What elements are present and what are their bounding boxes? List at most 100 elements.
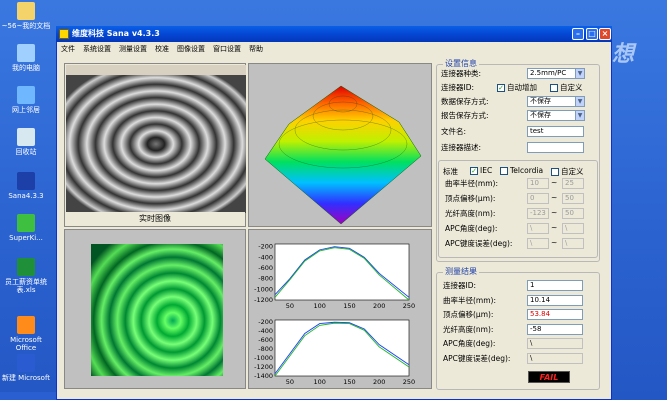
x-tick-label: 50 (286, 302, 294, 310)
range-max-input[interactable]: 50 (562, 193, 584, 204)
x-tick-label: 250 (403, 378, 415, 386)
range-min-value: 0 (530, 194, 535, 202)
y-tick-label: -600 (258, 336, 273, 344)
desktop-icon-image (17, 172, 35, 190)
desktop-icon[interactable]: SuperKi... (0, 214, 52, 242)
menu-item[interactable]: 测量设置 (115, 43, 151, 55)
result-field[interactable]: \ (527, 338, 583, 349)
desktop-icon[interactable]: 员工薪资单统表.xls (0, 258, 52, 294)
desktop-icon[interactable]: 回收站 (0, 128, 52, 156)
surface-3d-panel (248, 63, 432, 227)
result-field[interactable]: 10.14 (527, 294, 583, 306)
y-tick-label: -400 (258, 327, 273, 335)
range-max-input[interactable]: \ (562, 238, 584, 249)
menu-item[interactable]: 校准 (151, 43, 173, 55)
desktop-icon-image (17, 2, 35, 20)
chevron-down-icon[interactable]: ▼ (575, 111, 584, 120)
range-tilde: ~ (551, 238, 558, 247)
menu-item[interactable]: 系统设置 (79, 43, 115, 55)
title-bar[interactable]: 维度科技 Sana v4.3.3 – □ × (56, 26, 612, 42)
settings-value: 不保存 (530, 111, 551, 119)
standard-custom-checkbox[interactable]: 自定义 (551, 166, 584, 177)
settings-input[interactable]: test (527, 126, 584, 137)
result-label: APC键度误差(deg): (443, 353, 511, 363)
range-tilde: ~ (551, 208, 558, 217)
y-tick-label: -1000 (254, 285, 273, 293)
standard-custom-label: 自定义 (561, 167, 584, 176)
range-tilde: ~ (551, 178, 558, 187)
x-tick-label: 100 (313, 378, 325, 386)
range-max-input[interactable]: \ (562, 223, 584, 234)
chart-plot-area (274, 319, 410, 377)
result-field[interactable]: \ (527, 352, 583, 364)
standard-telcordia-checkbox[interactable]: Telcordia (500, 166, 543, 175)
range-min-input[interactable]: 0 (527, 193, 549, 204)
desktop-icon-label: ~56~我的文档 (1, 22, 51, 30)
settings-select[interactable]: 不保存 ▼ (527, 110, 585, 121)
range-label: APC键度误差(deg): (445, 239, 513, 248)
close-button[interactable]: × (599, 28, 611, 40)
desktop-icon-image (17, 214, 35, 232)
result-label: APC角度(deg): (443, 339, 496, 348)
taskbar (0, 392, 56, 400)
result-field[interactable]: 53.84 (527, 309, 583, 320)
app-icon (59, 29, 69, 39)
auto-increment-checkbox[interactable]: ✓ 自动增加 (497, 82, 537, 93)
standard-telcordia-label: Telcordia (510, 166, 544, 175)
settings-input[interactable] (527, 142, 584, 153)
profile-charts: -200-400-600-800-1000-120050 100 150 200 250… (254, 243, 415, 386)
maximize-button[interactable]: □ (586, 28, 598, 40)
menu-item[interactable]: 文件 (57, 43, 79, 55)
result-field[interactable]: -58 (527, 323, 583, 335)
desktop-icon-label: Sana4.3.3 (8, 192, 44, 200)
result-value: -58 (530, 324, 542, 333)
menu-item[interactable]: 帮助 (245, 43, 267, 55)
y-tick-label: -1200 (254, 363, 273, 371)
custom-id-checkbox[interactable]: 自定义 (550, 82, 583, 93)
settings-select[interactable]: 不保存 ▼ (527, 96, 585, 107)
y-tick-label: -1200 (254, 296, 273, 304)
x-tick-label: 200 (373, 302, 385, 310)
y-tick-label: -400 (258, 253, 273, 261)
chevron-down-icon[interactable]: ▼ (575, 69, 584, 78)
desktop-icon-label: 回收站 (15, 148, 37, 156)
settings-value: test (530, 127, 544, 135)
desktop-icon[interactable]: Sana4.3.3 (0, 172, 52, 200)
desktop-icon[interactable]: 我的电脑 (0, 44, 52, 72)
settings-label: 连接器ID: (441, 83, 475, 92)
range-max-input[interactable]: 50 (562, 208, 584, 219)
desktop-icon[interactable]: ~56~我的文档 (0, 2, 52, 30)
range-max-value: \ (565, 224, 568, 232)
range-min-input[interactable]: 10 (527, 178, 549, 189)
desktop-icon-image (17, 44, 35, 62)
desktop-icon-label: 新建 Microsoft (1, 374, 51, 382)
desktop-icon-label: Microsoft Office (10, 336, 42, 352)
settings-select[interactable]: 2.5mm/PC ▼ (527, 68, 585, 79)
x-tick-label: 50 (286, 378, 294, 386)
desktop-icon-image (17, 86, 35, 104)
results-title: 测量结果 (443, 266, 479, 277)
range-max-input[interactable]: 25 (562, 178, 584, 189)
result-status-badge: FAIL (528, 371, 570, 383)
range-min-input[interactable]: \ (527, 223, 549, 234)
range-min-input[interactable]: \ (527, 238, 549, 249)
desktop-icon[interactable]: 新建 Microsoft (0, 354, 52, 382)
result-field[interactable]: 1 (527, 280, 583, 291)
range-label: 曲率半径(mm): (445, 179, 498, 188)
chevron-down-icon[interactable]: ▼ (575, 97, 584, 106)
checkbox-box: ✓ (497, 84, 505, 92)
desktop-icon-image (17, 354, 35, 372)
range-min-input[interactable]: -123 (527, 208, 549, 219)
desktop-icon[interactable]: 网上邻居 (0, 86, 52, 114)
y-tick-label: -1000 (254, 354, 273, 362)
settings-value: 不保存 (530, 97, 551, 105)
standard-iec-checkbox[interactable]: ✓ IEC (470, 166, 492, 175)
minimize-button[interactable]: – (572, 28, 584, 40)
desktop-icon[interactable]: Microsoft Office (0, 316, 52, 352)
range-tilde: ~ (551, 223, 558, 232)
menu-item[interactable]: 图像设置 (173, 43, 209, 55)
range-max-value: 50 (565, 194, 574, 202)
menu-item[interactable]: 窗口设置 (209, 43, 245, 55)
result-label: 曲率半径(mm): (443, 295, 496, 305)
x-tick-label: 100 (313, 302, 325, 310)
